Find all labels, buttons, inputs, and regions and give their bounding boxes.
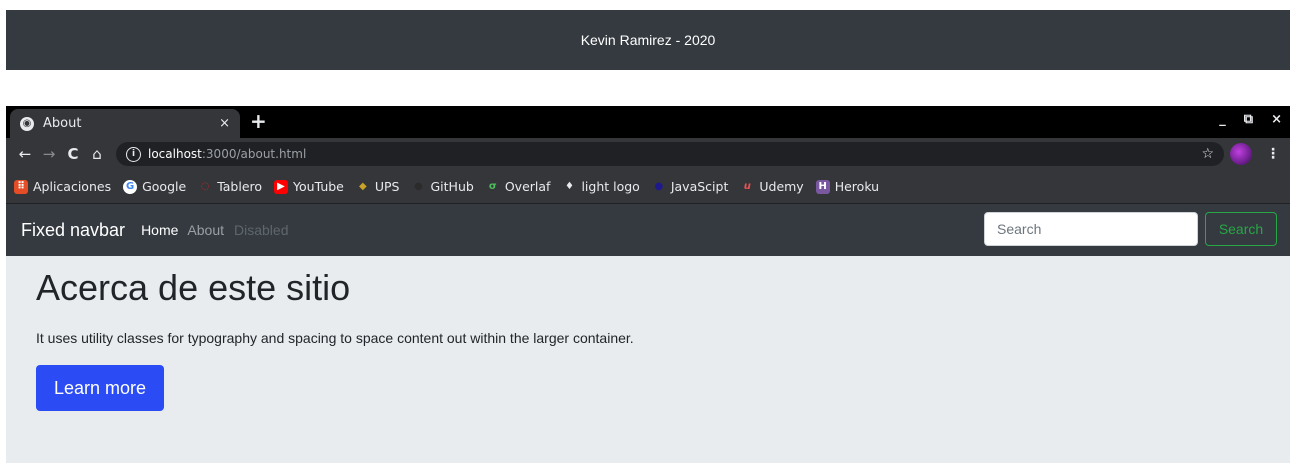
bookmark-item[interactable]: ▶ YouTube (274, 179, 344, 194)
home-icon[interactable]: ⌂ (86, 145, 108, 163)
tablero-icon: ◌ (200, 181, 210, 192)
page-footer: Kevin Ramirez - 2020 (6, 10, 1290, 70)
back-icon[interactable]: ← (14, 145, 36, 163)
globe-icon: ◉ (20, 116, 34, 131)
browser-menu-icon[interactable]: ⋮ (1266, 146, 1280, 162)
main-content: Acerca de este sitio It uses utility cla… (6, 266, 1290, 411)
bookmark-label: Google (142, 179, 187, 194)
tab-close-icon[interactable]: × (219, 116, 230, 131)
search-input[interactable] (984, 212, 1198, 246)
bookmark-label: UPS (374, 179, 400, 194)
overleaf-icon: σ (485, 179, 500, 194)
bookmark-label: Udemy (759, 179, 804, 194)
bookmark-item[interactable]: σ Overlaf (485, 179, 551, 194)
bookmark-label: GitHub (430, 179, 474, 194)
bookmark-item[interactable]: ♦ light logo (562, 179, 640, 194)
bookmark-item[interactable]: u Udemy (740, 179, 804, 194)
tab-strip: ◉ About × + _ ⧉ × (6, 106, 1290, 138)
page-heading: Acerca de este sitio (36, 267, 351, 308)
udemy-icon: u (740, 179, 755, 194)
bookmark-label: YouTube (293, 179, 344, 194)
bookmark-item[interactable]: ● JavaScipt (652, 179, 729, 194)
bookmark-item[interactable]: H Heroku (815, 179, 880, 194)
nav-home-link[interactable]: Home (141, 222, 178, 238)
bookmark-item[interactable]: ● GitHub (412, 179, 474, 194)
bookmark-label: JavaScipt (670, 179, 729, 194)
bookmark-label: Tablero (217, 179, 263, 194)
window-controls: _ ⧉ × (1219, 112, 1282, 127)
browser-toolbar: ← → C ⌂ i localhost:3000/about.html ☆ ⋮ (6, 138, 1290, 170)
light-logo-icon: ♦ (562, 179, 577, 194)
bookmark-item[interactable]: ◌ Tablero (198, 179, 262, 194)
search-button[interactable]: Search (1205, 212, 1277, 246)
ups-icon: ◆ (359, 181, 367, 192)
forward-icon[interactable]: → (38, 145, 60, 163)
bookmark-star-icon[interactable]: ☆ (1201, 146, 1214, 162)
new-tab-button[interactable]: + (250, 109, 267, 133)
tab-title: About (43, 116, 82, 131)
site-navbar: Fixed navbar Home About Disabled Search (6, 204, 1290, 256)
bookmarks-bar: ⠿ Aplicaciones G Google ◌ Tablero ▶ YouTube ◆ UPS… (6, 170, 1290, 204)
learn-more-button[interactable]: Learn more (36, 365, 164, 411)
nav-disabled-link: Disabled (234, 222, 289, 238)
google-icon: G (123, 179, 138, 194)
url-path: :3000/about.html (201, 147, 307, 161)
bookmark-label: light logo (581, 179, 640, 194)
footer-text: Kevin Ramirez - 2020 (580, 32, 716, 48)
restore-icon[interactable]: ⧉ (1244, 112, 1253, 127)
navbar-brand[interactable]: Fixed navbar (21, 220, 125, 241)
bookmark-item[interactable]: ⠿ Aplicaciones (14, 179, 111, 194)
bookmark-item[interactable]: G Google (123, 179, 186, 194)
address-bar[interactable]: i localhost:3000/about.html ☆ (116, 142, 1224, 166)
profile-avatar[interactable] (1230, 143, 1252, 165)
youtube-icon: ▶ (274, 179, 289, 194)
github-icon: ● (414, 181, 423, 192)
minimize-icon[interactable]: _ (1219, 112, 1226, 127)
window-close-icon[interactable]: × (1271, 112, 1282, 127)
bookmark-label: Aplicaciones (33, 179, 112, 194)
heroku-icon: H (815, 179, 830, 194)
apps-grid-icon: ⠿ (14, 179, 28, 194)
info-icon[interactable]: i (126, 146, 141, 162)
tab-about[interactable]: ◉ About × (10, 109, 240, 138)
nav-about-link[interactable]: About (187, 222, 224, 238)
javascript-icon: ● (654, 181, 664, 192)
lead-text: It uses utility classes for typography a… (36, 330, 634, 346)
bookmark-label: Overlaf (504, 179, 551, 194)
bookmark-item[interactable]: ◆ UPS (356, 179, 400, 194)
browser-window: ◉ About × + _ ⧉ × ← → C ⌂ i localhost:30… (6, 106, 1290, 463)
url-host: localhost (148, 147, 202, 161)
bookmark-label: Heroku (834, 179, 880, 194)
reload-icon[interactable]: C (62, 145, 84, 163)
